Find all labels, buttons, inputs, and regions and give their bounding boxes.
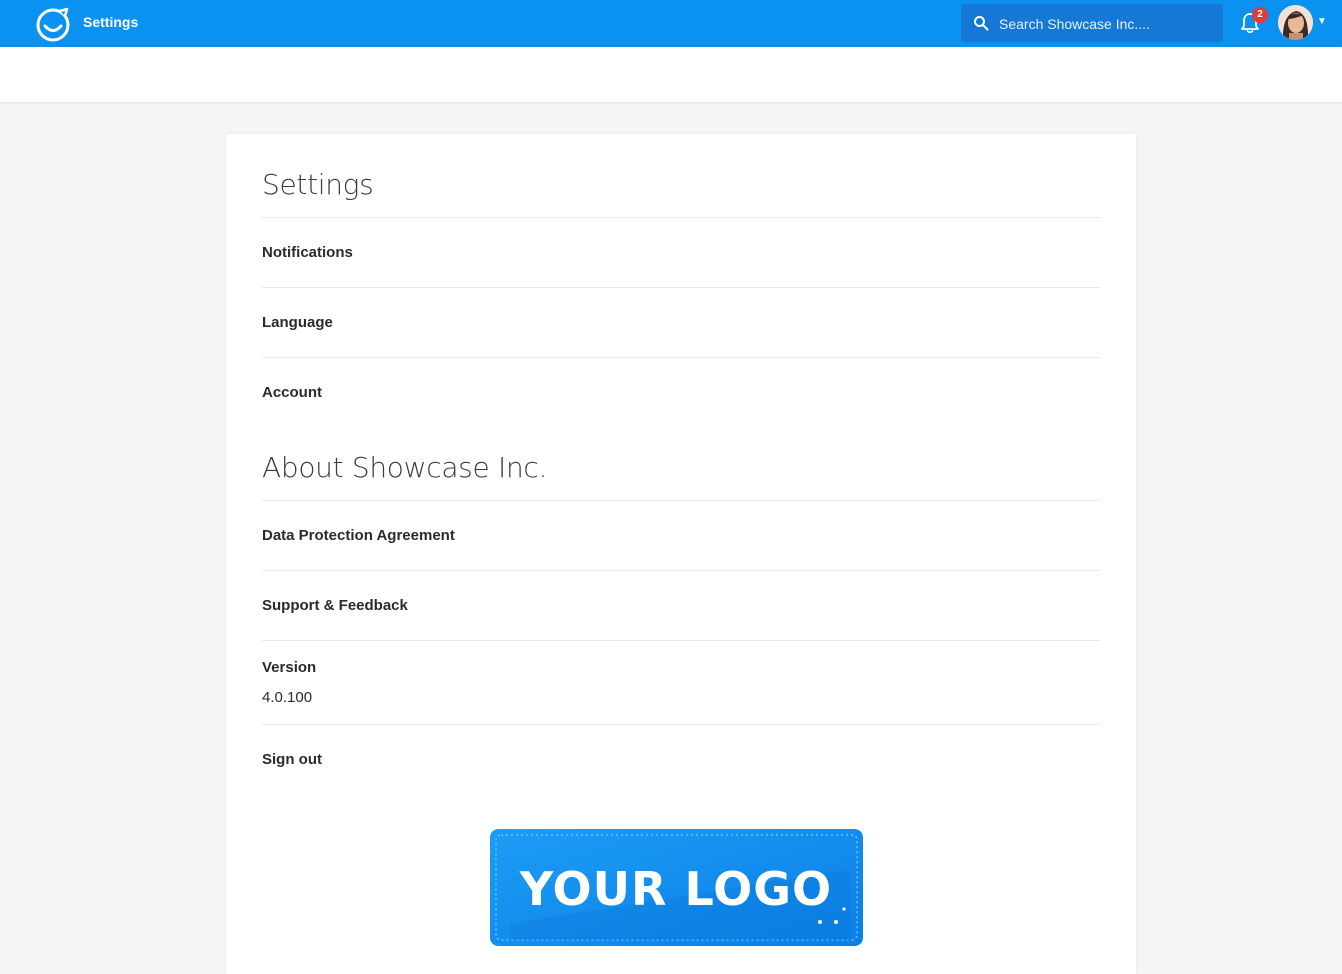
settings-item-notifications[interactable]: Notifications — [262, 244, 353, 261]
company-logo: YOUR LOGO — [490, 829, 863, 946]
search-input[interactable] — [997, 4, 1219, 44]
notification-badge: 2 — [1252, 7, 1268, 23]
settings-heading: Settings — [262, 168, 374, 201]
page-title: Settings — [83, 14, 139, 30]
search-box[interactable] — [961, 4, 1223, 44]
divider — [262, 217, 1100, 218]
divider — [262, 357, 1100, 358]
version-value: 4.0.100 — [262, 689, 313, 706]
svg-text:YOUR LOGO: YOUR LOGO — [519, 862, 832, 916]
top-navigation-bar: Settings 2 ▼ — [0, 0, 1342, 47]
sign-out-button[interactable]: Sign out — [262, 751, 322, 768]
search-icon — [974, 16, 989, 31]
settings-item-language[interactable]: Language — [262, 314, 333, 331]
app-logo-icon[interactable] — [34, 5, 72, 43]
about-item-data-protection[interactable]: Data Protection Agreement — [262, 527, 455, 544]
divider — [262, 640, 1100, 641]
divider — [262, 287, 1100, 288]
user-avatar-image — [1278, 5, 1313, 40]
about-heading: About Showcase Inc. — [262, 451, 548, 484]
divider — [262, 570, 1100, 571]
divider — [262, 724, 1100, 725]
version-label: Version — [262, 659, 317, 676]
secondary-toolbar — [0, 47, 1342, 102]
divider — [262, 500, 1100, 501]
about-item-support-feedback[interactable]: Support & Feedback — [262, 597, 408, 614]
chevron-down-icon[interactable]: ▼ — [1317, 16, 1327, 27]
settings-item-account[interactable]: Account — [262, 384, 322, 401]
avatar[interactable] — [1278, 5, 1313, 40]
